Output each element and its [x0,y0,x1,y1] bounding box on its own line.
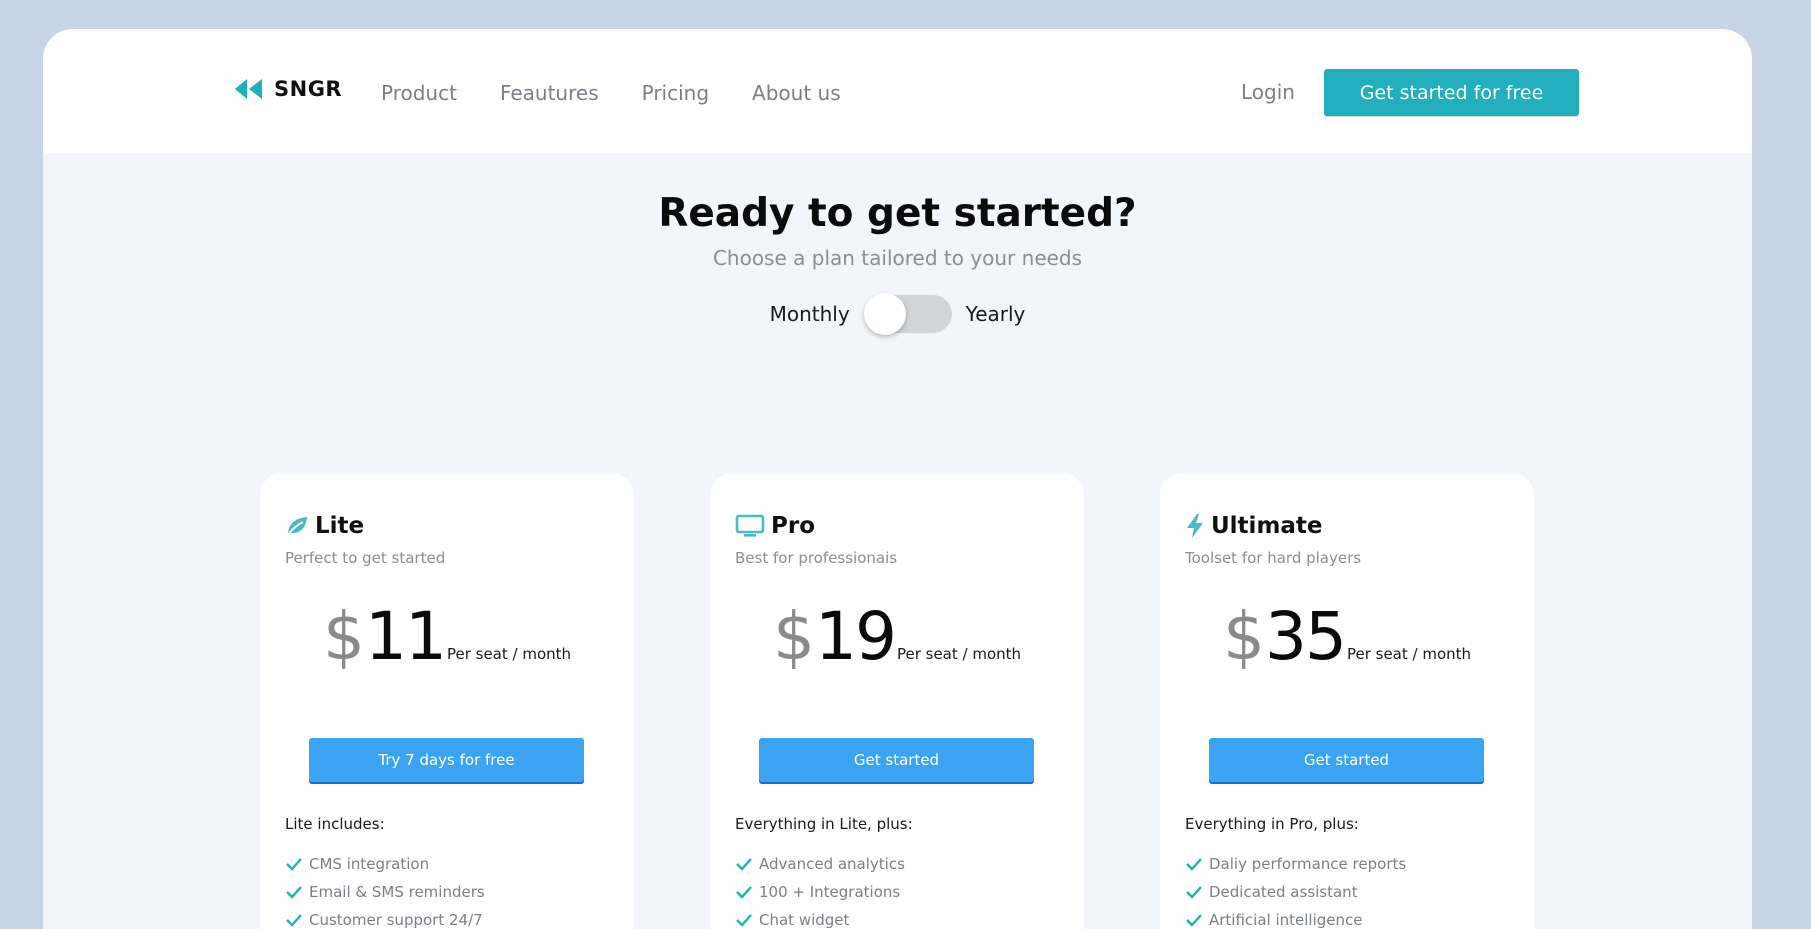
price-amount: 35 [1264,598,1347,675]
plan-card-ultimate: Ultimate Toolset for hard players $ 35 P… [1160,473,1534,929]
monitor-icon [735,514,765,537]
nav-item-features[interactable]: Feautures [500,81,599,105]
plan-tagline: Perfect to get started [285,549,446,567]
plan-price: $ 35 Per seat / month [1160,598,1534,675]
feature-label: Artificial intelligence [1209,911,1363,929]
plan-header: Pro [735,513,815,539]
check-icon [286,914,302,927]
plan-card-pro: Pro Best for professionais $ 19 Per seat… [710,473,1084,929]
page-subtitle: Choose a plan tailored to your needs [712,246,1083,270]
nav-item-product[interactable]: Product [381,81,457,105]
feature-item: CMS integration [285,850,485,878]
brand-logo[interactable]: SNGR [234,77,342,101]
price-currency: $ [1222,598,1265,675]
rewind-logo-icon [235,79,262,99]
feature-label: 100 + Integrations [759,883,901,901]
price-unit: Per seat / month [446,645,572,663]
plan-name: Ultimate [1211,513,1323,539]
feature-list: CMS integration Email & SMS reminders Cu… [285,850,485,929]
feature-list: Advanced analytics 100 + Integrations Ch… [735,850,905,929]
lightning-icon [1187,514,1203,538]
page-title: Ready to get started? [658,191,1137,236]
feature-item: Chat widget [735,906,905,929]
check-icon [736,858,752,871]
price-unit: Per seat / month [896,645,1022,663]
feature-item: Customer support 24/7 [285,906,485,929]
check-icon [1186,858,1202,871]
feature-item: Dedicated assistant [1185,878,1406,906]
switch-knob[interactable] [863,293,906,335]
get-started-button[interactable]: Get started [759,738,1034,782]
feature-label: Chat widget [759,911,850,929]
price-currency: $ [772,598,815,675]
feature-list: Daliy performance reports Dedicated assi… [1185,850,1406,929]
check-icon [736,886,752,899]
main-nav: Product Feautures Pricing About us [381,81,841,105]
brand-name: SNGR [274,77,343,101]
check-icon [736,914,752,927]
get-started-button[interactable]: Get started [1209,738,1484,782]
price-unit: Per seat / month [1346,645,1472,663]
feature-item: Artificial intelligence [1185,906,1406,929]
page-frame: SNGR Product Feautures Pricing About us … [43,29,1752,929]
plan-tagline: Best for professionais [735,549,898,567]
price-amount: 11 [364,598,447,675]
check-icon [1186,914,1202,927]
check-icon [286,886,302,899]
top-navigation-bar: SNGR Product Feautures Pricing About us … [43,29,1752,153]
price-amount: 19 [814,598,897,675]
leaf-icon [286,517,307,537]
includes-title: Lite includes: [285,815,385,833]
feature-item: 100 + Integrations [735,878,905,906]
login-link[interactable]: Login [1241,80,1295,104]
price-currency: $ [322,598,365,675]
feature-label: Dedicated assistant [1209,883,1358,901]
feature-label: Customer support 24/7 [309,911,483,929]
yearly-label[interactable]: Yearly [966,302,1026,326]
plan-tagline: Toolset for hard players [1185,549,1362,567]
feature-item: Advanced analytics [735,850,905,878]
get-started-free-button[interactable]: Get started for free [1324,69,1579,116]
feature-item: Daliy performance reports [1185,850,1406,878]
includes-title: Everything in Pro, plus: [1185,815,1359,833]
nav-item-about-us[interactable]: About us [752,81,841,105]
plan-name: Pro [771,513,816,539]
feature-label: Daliy performance reports [1209,855,1407,873]
feature-label: Advanced analytics [759,855,905,873]
plan-header: Ultimate [1185,513,1323,539]
includes-title: Everything in Lite, plus: [735,815,913,833]
monthly-label[interactable]: Monthly [770,302,850,326]
feature-item: Email & SMS reminders [285,878,485,906]
feature-label: Email & SMS reminders [309,883,485,901]
billing-toggle-row: Monthly Yearly [43,293,1752,335]
plan-price: $ 19 Per seat / month [710,598,1084,675]
plan-header: Lite [285,513,364,539]
plan-price: $ 11 Per seat / month [260,598,634,675]
billing-period-switch[interactable] [863,293,952,335]
plan-name: Lite [315,513,365,539]
check-icon [1186,886,1202,899]
plan-card-lite: Lite Perfect to get started $ 11 Per sea… [260,473,634,929]
try-free-button[interactable]: Try 7 days for free [309,738,584,782]
check-icon [286,858,302,871]
nav-item-pricing[interactable]: Pricing [642,81,709,105]
feature-label: CMS integration [309,855,430,873]
